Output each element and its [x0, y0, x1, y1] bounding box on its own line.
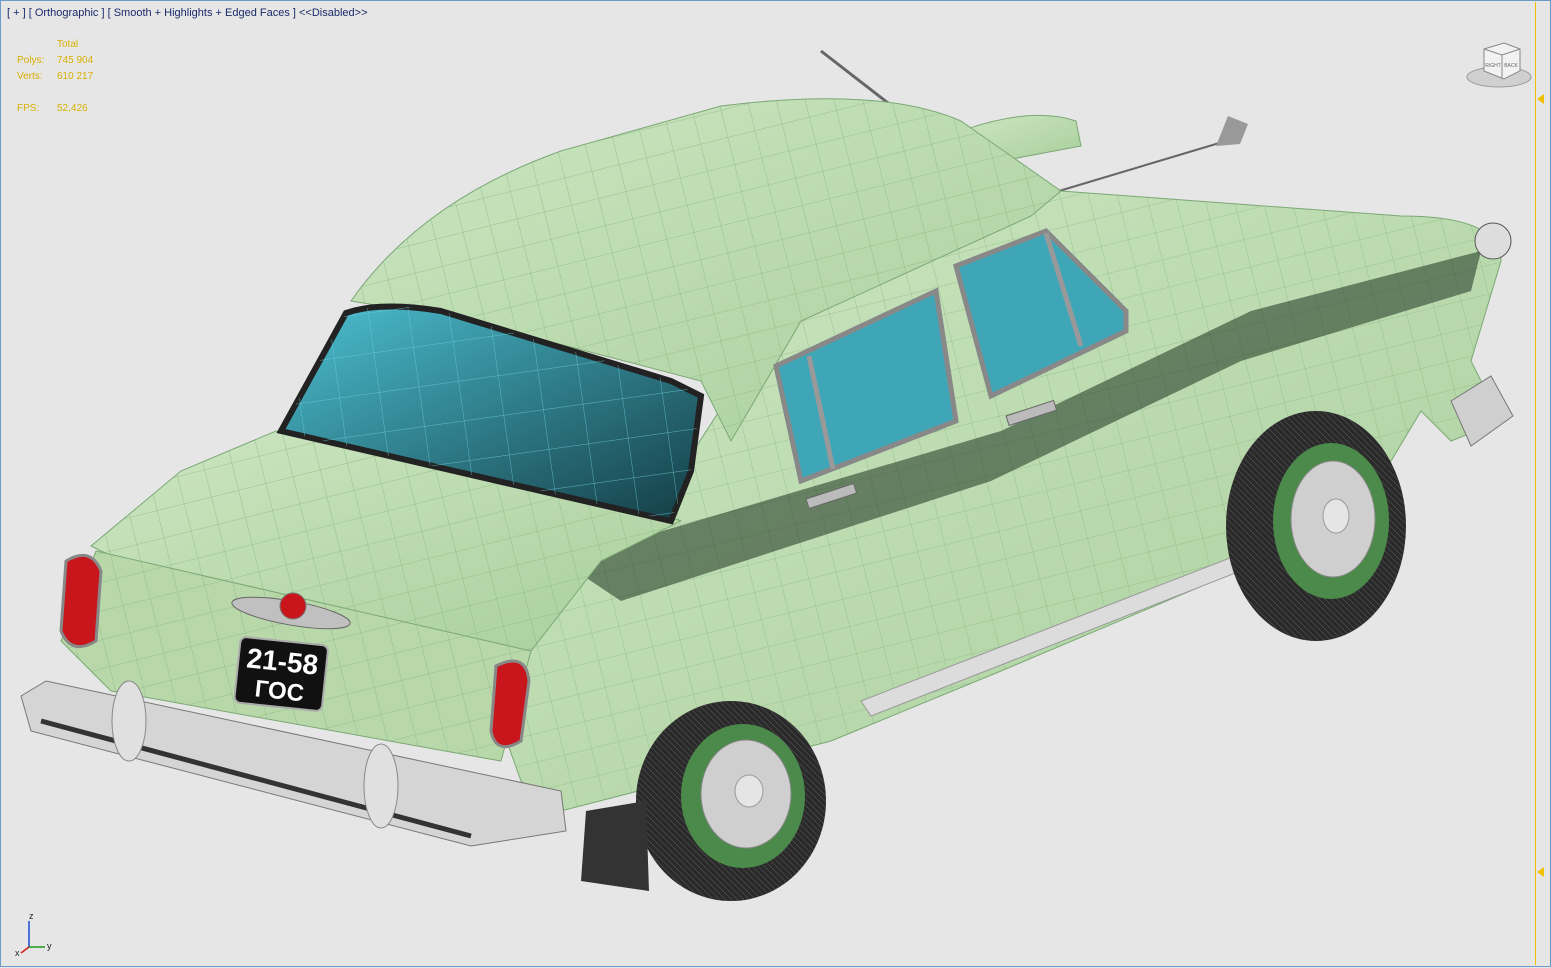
polys-value: 745 904	[57, 55, 94, 66]
car-model-render[interactable]: 21-58 ГОС	[1, 1, 1551, 968]
mudflap	[581, 801, 649, 891]
viewport-statistics: Total Polys: 745 904 Verts: 610 217 FPS: 52…	[17, 37, 117, 117]
range-marker-icon	[1537, 867, 1544, 877]
3d-viewport[interactable]: 21-58 ГОС [ + ] [ Orthographic ] [ Smoot…	[0, 0, 1551, 967]
viewport-menu-view[interactable]: [ Orthographic ]	[29, 7, 105, 19]
front-wheel	[1226, 411, 1406, 641]
rear-wheel	[636, 701, 826, 901]
polys-label: Polys:	[17, 55, 45, 66]
bumper-guard	[363, 743, 399, 829]
axis-z-label: z	[29, 911, 34, 921]
viewcube-face-right: RIGHT	[1485, 63, 1501, 69]
viewport-menu-disabled[interactable]: <<Disabled>>	[299, 7, 368, 19]
fps-label: FPS:	[17, 103, 40, 114]
plate-region: ГОС	[253, 675, 305, 707]
viewcube-icon[interactable]: RIGHT BACK	[1464, 37, 1534, 91]
fps-value: 52,426	[57, 103, 88, 114]
hood-ornament	[1216, 116, 1248, 146]
axis-x-label: x	[15, 948, 20, 957]
viewport-menu-plus[interactable]: [ + ]	[7, 7, 26, 19]
axis-tripod-icon: z y x	[15, 911, 52, 957]
verts-value: 610 217	[57, 71, 94, 82]
headlight	[1474, 222, 1512, 260]
axis-y-label: y	[47, 941, 52, 951]
taillight-left	[59, 553, 103, 649]
verts-label: Verts:	[17, 71, 43, 82]
bumper-guard	[111, 680, 147, 762]
taillight-right	[489, 659, 531, 749]
viewport-menu-shading[interactable]: [ Smooth + Highlights + Edged Faces ]	[108, 7, 296, 19]
stats-header: Total	[57, 39, 79, 50]
viewcube-face-back: BACK	[1504, 63, 1518, 69]
license-plate: 21-58 ГОС	[233, 636, 329, 712]
range-marker-icon	[1537, 94, 1544, 104]
viewport-label: [ + ] [ Orthographic ] [ Smooth + Highli…	[7, 7, 368, 19]
